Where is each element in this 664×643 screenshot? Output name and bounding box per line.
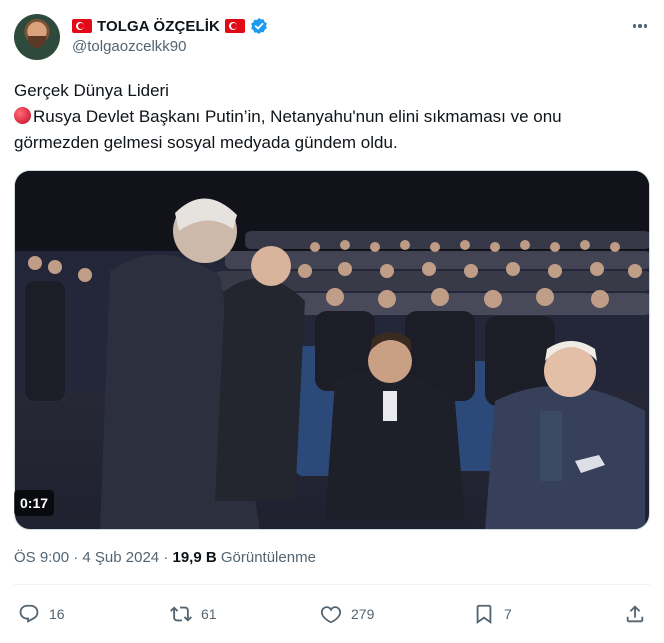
action-bar: 16 61 279 7 [0,600,664,630]
tweet-text-line-body: Rusya Devlet Başkanı Putin’in, Netanyahu… [33,107,562,126]
avatar[interactable] [14,14,60,60]
bookmark-button[interactable]: 7 [473,603,512,625]
turkey-flag-icon [72,19,92,33]
tweet-time[interactable]: ÖS 9:00 [14,549,69,566]
reply-icon [19,604,39,623]
video-duration-badge: 0:17 [14,490,55,516]
views-label: Görüntülenme [220,549,316,566]
retweet-icon [170,606,192,622]
meta-separator: · [73,549,79,566]
heart-icon [320,606,342,624]
more-options-icon[interactable] [630,16,650,36]
bookmark-count: 7 [504,606,512,622]
reply-count: 16 [49,606,65,622]
tweet-date[interactable]: 4 Şub 2024 [82,549,159,566]
meta-separator: · [163,549,169,566]
divider [14,584,650,585]
red-circle-icon [14,107,31,124]
share-icon [626,605,644,623]
bookmark-icon [476,604,492,625]
retweet-button[interactable]: 61 [170,603,217,625]
tweet-text-line: Rusya Devlet Başkanı Putin’in, Netanyahu… [14,104,654,130]
tweet[interactable]: TOLGA ÖZÇELİK @tolgaozcelkk90 Gerçek Dün… [0,0,664,643]
verified-badge-icon[interactable] [250,17,268,35]
tweet-meta: ÖS 9:00 · 4 Şub 2024 · 19,9 B Görüntülen… [14,549,316,566]
like-button[interactable]: 279 [320,603,374,625]
author-display-name[interactable]: TOLGA ÖZÇELİK [97,18,220,35]
tweet-text-line: görmezden gelmesi sosyal medyada gündem … [14,133,398,152]
author-name-row[interactable]: TOLGA ÖZÇELİK [72,16,268,36]
turkey-flag-icon [224,19,245,33]
video-frame [15,171,649,529]
views-count: 19,9 B [172,549,217,566]
tweet-text: Gerçek Dünya Lideri Rusya Devlet Başkanı… [14,78,654,156]
video-player[interactable] [14,170,650,530]
avatar-beard [28,36,46,48]
like-count: 279 [351,606,375,622]
share-button[interactable] [624,603,646,625]
retweet-count: 61 [201,606,217,622]
tweet-text-line: Gerçek Dünya Lideri [14,81,169,100]
reply-button[interactable]: 16 [18,603,65,625]
author-handle[interactable]: @tolgaozcelkk90 [72,38,186,55]
